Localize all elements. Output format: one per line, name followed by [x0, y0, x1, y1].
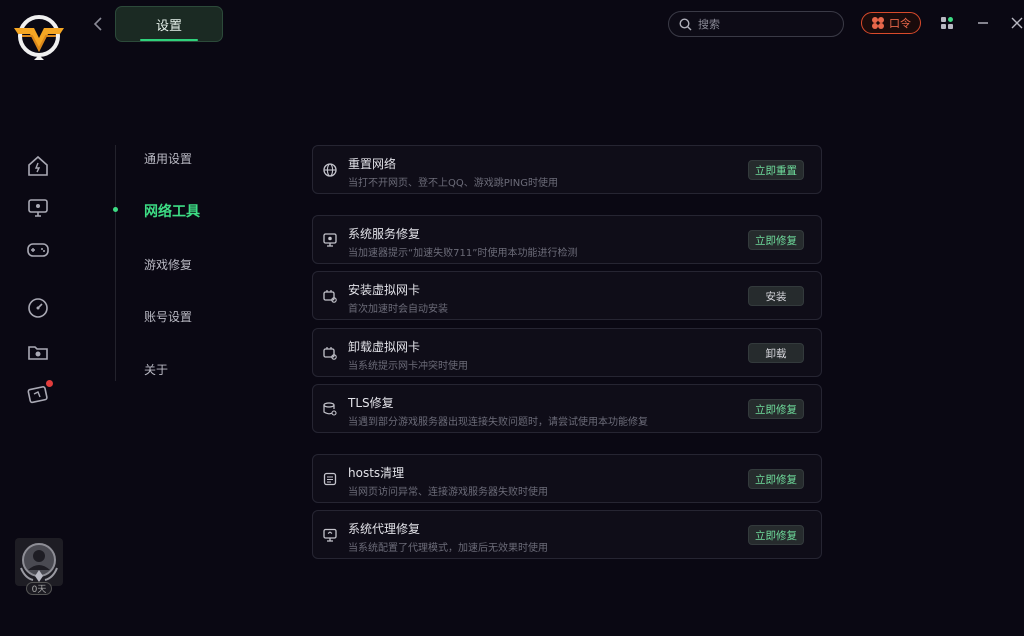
search-icon [679, 17, 692, 30]
home-icon[interactable] [26, 154, 50, 178]
notification-dot [46, 380, 53, 387]
search-input[interactable] [698, 17, 828, 31]
tool-title: 安装虚拟网卡 [348, 283, 421, 297]
app-logo [12, 12, 66, 62]
menu-item-general[interactable]: 通用设置 [144, 150, 192, 167]
close-button[interactable] [1008, 14, 1024, 32]
tool-description: 当网页访问异常、连接游戏服务器失败时使用 [348, 487, 548, 498]
search-box[interactable] [668, 11, 844, 37]
menu-item-game-repair[interactable]: 游戏修复 [144, 256, 192, 273]
network-card-icon [322, 345, 338, 361]
menu-item-account[interactable]: 账号设置 [144, 308, 192, 325]
system-proxy-repair-button[interactable]: 立即修复 [748, 525, 804, 545]
user-avatar[interactable] [15, 538, 63, 586]
monitor-proxy-icon [322, 527, 338, 543]
chevron-left-icon [93, 17, 102, 31]
tool-title: 系统代理修复 [348, 522, 421, 536]
avatar-placeholder-icon [20, 543, 58, 582]
apps-button[interactable] [938, 14, 956, 32]
tool-description: 当系统提示网卡冲突时使用 [348, 361, 468, 372]
tool-card-system-proxy-repair: 系统代理修复 当系统配置了代理模式，加速后无效果时使用 立即修复 [312, 510, 822, 559]
reset-network-button[interactable]: 立即重置 [748, 160, 804, 180]
tool-card-tls-repair: TLS修复 当遇到部分游戏服务器出现连接失败问题时，请尝试使用本功能修复 立即修… [312, 384, 822, 433]
tool-description: 当系统配置了代理模式，加速后无效果时使用 [348, 543, 548, 554]
database-gear-icon [322, 401, 338, 417]
folder-camera-icon[interactable] [26, 340, 50, 364]
tool-title: hosts清理 [348, 466, 405, 480]
network-card-icon [322, 288, 338, 304]
tool-description: 当遇到部分游戏服务器出现连接失败问题时，请尝试使用本功能修复 [348, 417, 648, 428]
tool-description: 首次加速时会自动安装 [348, 304, 448, 315]
back-button[interactable] [88, 12, 108, 36]
apps-grid-icon [941, 17, 953, 29]
tool-card-hosts-clean: hosts清理 当网页访问异常、连接游戏服务器失败时使用 立即修复 [312, 454, 822, 503]
install-virtual-nic-button[interactable]: 安装 [748, 286, 804, 306]
clover-icon [872, 17, 884, 29]
gamepad-icon[interactable] [26, 238, 50, 262]
speedometer-icon[interactable] [26, 296, 50, 320]
tool-card-system-service-repair: 系统服务修复 当加速器提示“加速失败711”时使用本功能进行检测 立即修复 [312, 215, 822, 264]
koulin-button[interactable]: 口令 [861, 12, 921, 34]
tool-title: 系统服务修复 [348, 227, 421, 241]
tool-card-reset-network: 重置网络 当打不开网页、登不上QQ、游戏跳PING时使用 立即重置 [312, 145, 822, 194]
tool-title: TLS修复 [348, 396, 394, 410]
minimize-icon [978, 22, 988, 24]
tool-card-install-virtual-nic: 安装虚拟网卡 首次加速时会自动安装 安装 [312, 271, 822, 320]
hosts-clean-button[interactable]: 立即修复 [748, 469, 804, 489]
menu-item-network-tools[interactable]: 网络工具 [144, 201, 200, 221]
tool-title: 卸载虚拟网卡 [348, 340, 421, 354]
uninstall-virtual-nic-button[interactable]: 卸载 [748, 343, 804, 363]
system-service-repair-button[interactable]: 立即修复 [748, 230, 804, 250]
menu-active-indicator [113, 207, 118, 212]
monitor-service-icon [322, 232, 338, 248]
list-doc-icon [322, 471, 338, 487]
close-icon [1011, 17, 1023, 29]
koulin-label: 口令 [889, 17, 911, 30]
tool-description: 当加速器提示“加速失败711”时使用本功能进行检测 [348, 248, 578, 259]
menu-item-about[interactable]: 关于 [144, 361, 168, 378]
globe-icon [322, 162, 338, 178]
tls-repair-button[interactable]: 立即修复 [748, 399, 804, 419]
tool-title: 重置网络 [348, 157, 397, 171]
tool-description: 当打不开网页、登不上QQ、游戏跳PING时使用 [348, 178, 558, 189]
monitor-icon[interactable] [26, 196, 50, 220]
member-days-badge: 0天 [26, 582, 52, 595]
menu-divider [115, 145, 116, 381]
minimize-button[interactable] [974, 14, 992, 32]
tool-card-uninstall-virtual-nic: 卸载虚拟网卡 当系统提示网卡冲突时使用 卸载 [312, 328, 822, 377]
page-title: 设置 [155, 18, 182, 34]
page-title-tab[interactable]: 设置 [115, 6, 223, 42]
